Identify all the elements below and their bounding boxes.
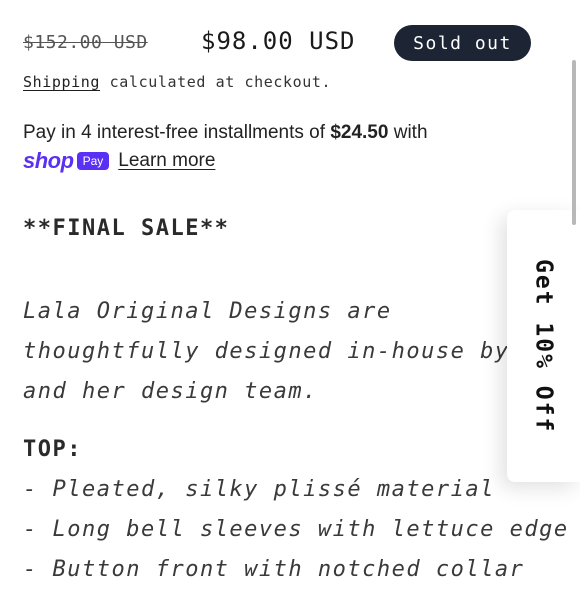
list-item: - Pleated, silky plissé material: [23, 477, 495, 502]
get-discount-tab[interactable]: Get 10% Off: [507, 210, 580, 482]
installment-amount: $24.50: [330, 122, 389, 143]
price-row: $152.00 USD $98.00 USD Sold out: [23, 24, 543, 64]
installment-line: Pay in 4 interest-free installments of $…: [23, 120, 513, 146]
scrollbar[interactable]: [572, 60, 576, 225]
shipping-link[interactable]: Shipping: [23, 73, 100, 91]
current-price: $98.00 USD: [201, 27, 356, 55]
learn-more-link[interactable]: Learn more: [118, 150, 215, 172]
shop-pay-line: shop Pay Learn more: [23, 146, 513, 176]
shipping-note: Shipping calculated at checkout.: [23, 73, 331, 91]
description-line: Lala Original Designs are: [23, 299, 392, 324]
shop-pay-installments: Pay in 4 interest-free installments of $…: [23, 120, 513, 176]
product-description: Lala Original Designs are thoughtfully d…: [23, 292, 513, 412]
top-feature-list: - Pleated, silky plissé material - Long …: [23, 470, 569, 590]
shop-pay-logo: shop: [23, 148, 74, 173]
compare-at-price: $152.00 USD: [23, 32, 148, 53]
shipping-text: calculated at checkout.: [100, 73, 332, 91]
installment-prefix: Pay in 4 interest-free installments of: [23, 122, 331, 143]
sold-out-badge: Sold out: [394, 25, 531, 61]
top-heading: TOP:: [23, 437, 82, 462]
description-line: thoughtfully designed in-house by: [23, 339, 510, 364]
discount-tab-label: Get 10% Off: [530, 258, 557, 434]
shop-pay-badge: Pay: [76, 152, 110, 170]
description-line: and her design team.: [23, 379, 318, 404]
final-sale-heading: **FINAL SALE**: [23, 216, 230, 241]
list-item: - Button front with notched collar: [23, 557, 525, 582]
list-item: - Long bell sleeves with lettuce edge: [23, 517, 569, 542]
installment-suffix: with: [388, 122, 428, 143]
